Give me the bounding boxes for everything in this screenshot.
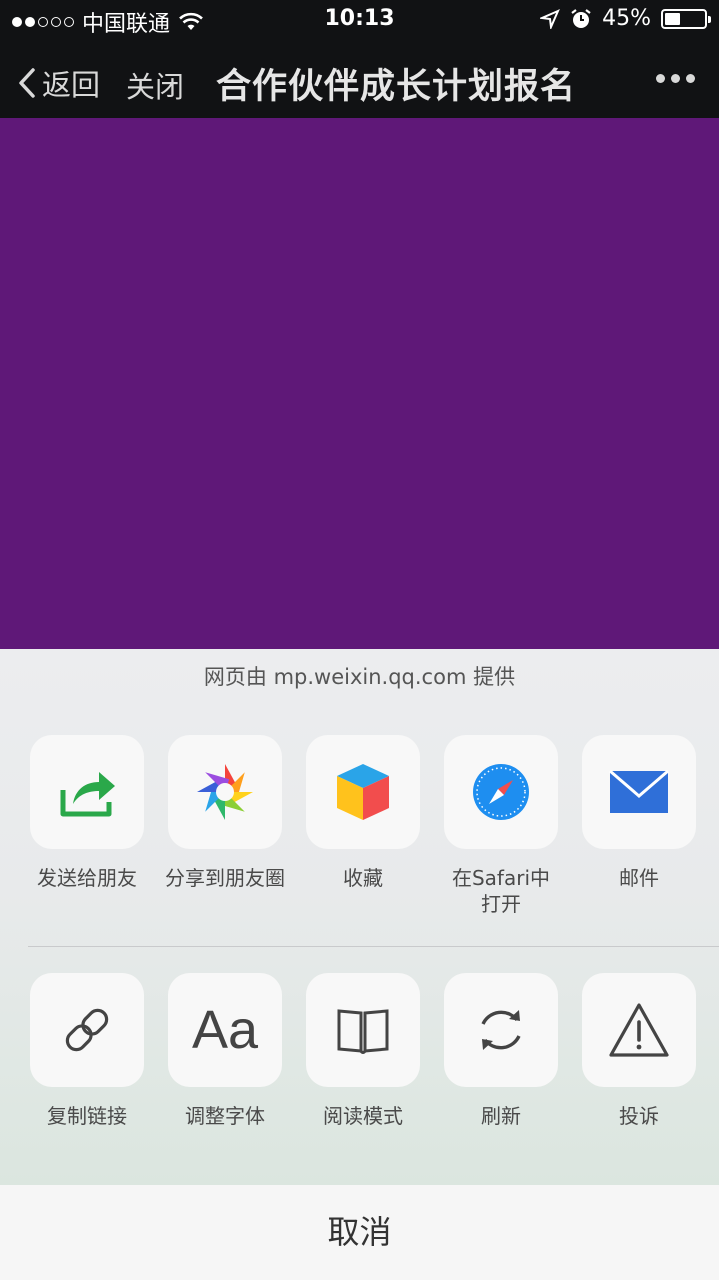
refresh-tile[interactable]	[444, 973, 558, 1087]
more-options-icon[interactable]	[656, 74, 695, 83]
cancel-button[interactable]: 取消	[0, 1185, 719, 1280]
status-bar: 中国联通 10:13 45%	[0, 0, 719, 40]
share-action-sheet: 网页由 mp.weixin.qq.com 提供 发送给朋友 分享到朋友圈 收藏 …	[0, 649, 719, 1185]
mail-action[interactable]: 邮件	[570, 735, 708, 891]
moments-icon	[197, 764, 253, 820]
nav-bar: 返回 关闭 合作伙伴成长计划报名	[0, 40, 719, 118]
chevron-left-icon	[19, 68, 35, 98]
link-icon	[65, 1008, 109, 1052]
send-to-friend-icon	[60, 772, 115, 817]
copy-link-label: 复制链接	[47, 1104, 127, 1128]
open-in-safari-action[interactable]: 在Safari中打开	[432, 735, 570, 917]
reading-mode-tile[interactable]	[306, 973, 420, 1087]
reading-mode-label: 阅读模式	[323, 1104, 403, 1128]
back-label: 返回	[42, 68, 101, 102]
book-icon	[337, 1009, 389, 1054]
adjust-font-tile[interactable]: Aa	[168, 973, 282, 1087]
refresh-action[interactable]: 刷新	[432, 973, 570, 1129]
battery-level	[665, 12, 680, 25]
adjust-font-action[interactable]: Aa 调整字体	[156, 973, 294, 1129]
refresh-label: 刷新	[481, 1104, 521, 1128]
reading-mode-action[interactable]: 阅读模式	[294, 973, 432, 1129]
mail-label: 邮件	[619, 866, 659, 890]
send-to-friend-action[interactable]: 发送给朋友	[18, 735, 156, 891]
font-size-icon: Aa	[191, 1000, 259, 1060]
close-button[interactable]: 关闭	[126, 64, 184, 106]
report-action[interactable]: 投诉	[570, 973, 708, 1129]
safari-compass-icon	[473, 764, 529, 820]
page-title: 合作伙伴成长计划报名	[216, 67, 577, 107]
provider-text: 网页由 mp.weixin.qq.com 提供	[203, 665, 516, 689]
favorite-action[interactable]: 收藏	[294, 735, 432, 891]
warning-icon	[609, 1003, 669, 1057]
open-in-safari-label: 在Safari中打开	[451, 866, 551, 916]
adjust-font-label: 调整字体	[185, 1104, 265, 1128]
favorite-cube-icon	[337, 764, 389, 820]
back-button[interactable]: 返回	[18, 62, 100, 104]
favorite-tile[interactable]	[306, 735, 420, 849]
copy-link-tile[interactable]	[30, 973, 144, 1087]
favorite-label: 收藏	[343, 866, 383, 890]
refresh-icon	[481, 1010, 521, 1050]
battery-icon	[661, 8, 711, 29]
send-to-friend-tile[interactable]	[30, 735, 144, 849]
open-in-safari-tile[interactable]	[444, 735, 558, 849]
alarm-clock-icon	[571, 8, 591, 28]
location-arrow-icon	[540, 8, 561, 29]
report-label: 投诉	[619, 1104, 659, 1128]
report-tile[interactable]	[582, 973, 696, 1087]
share-moments-label: 分享到朋友圈	[165, 866, 285, 890]
mail-icon	[609, 770, 669, 813]
mail-tile[interactable]	[582, 735, 696, 849]
share-moments-tile[interactable]	[168, 735, 282, 849]
status-right: 45%	[540, 6, 711, 31]
copy-link-action[interactable]: 复制链接	[18, 973, 156, 1129]
send-to-friend-label: 发送给朋友	[37, 866, 137, 890]
battery-percentage: 45%	[602, 6, 651, 31]
web-page-content	[0, 118, 719, 649]
share-moments-action[interactable]: 分享到朋友圈	[156, 735, 294, 891]
sheet-divider	[28, 946, 719, 947]
